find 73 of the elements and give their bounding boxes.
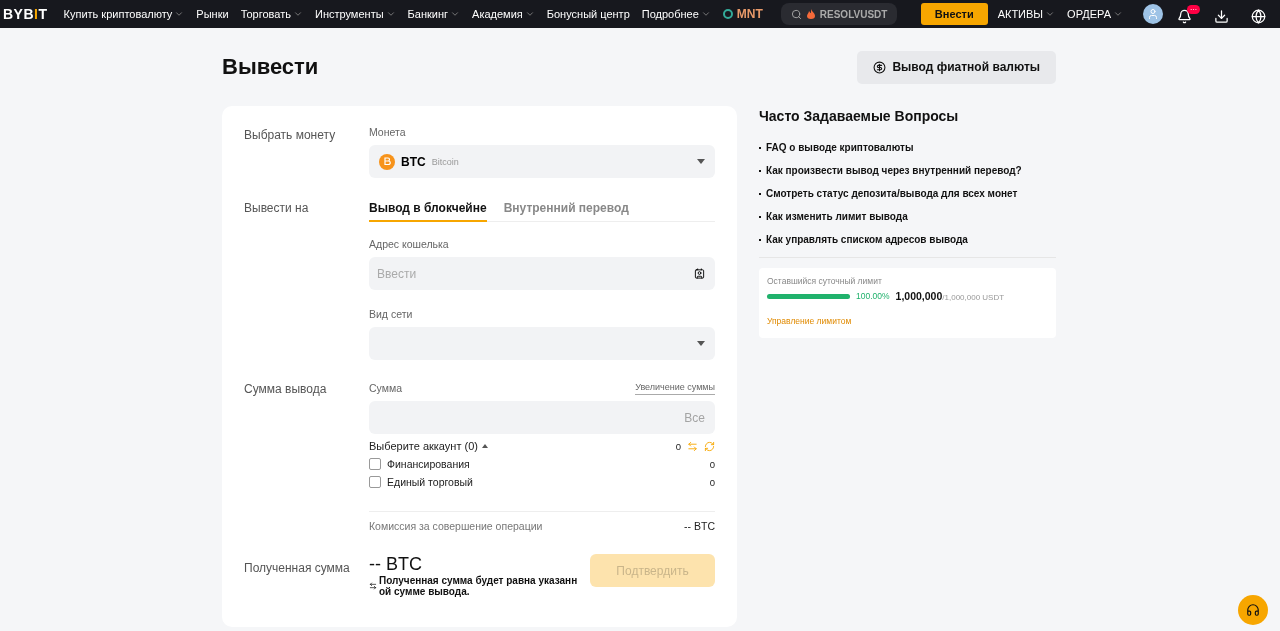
search-field[interactable]: RESOLVUSDT — [780, 3, 898, 25]
nav-link[interactable]: Банкинг — [407, 8, 461, 20]
fee-value: -- BTC — [684, 520, 715, 532]
faq-title: Часто Задаваемые Вопросы — [759, 108, 960, 124]
bitcoin-icon — [379, 153, 395, 170]
deposit-button[interactable]: Внести — [920, 3, 988, 25]
account-balance: 0 — [709, 476, 715, 488]
chevron-down-icon — [293, 9, 303, 19]
nav-link[interactable]: Подробнее — [641, 8, 711, 20]
address-field[interactable]: Ввести — [369, 257, 715, 290]
account-checkbox[interactable]: Единый торговый — [369, 476, 473, 488]
faq-link[interactable]: Как изменить лимит вывода — [759, 211, 1056, 222]
field-label: Сумма — [369, 382, 402, 394]
headset-icon — [1246, 603, 1260, 617]
transfer-icon[interactable] — [687, 440, 698, 452]
faq-link[interactable]: Как управлять списком адресов вывода — [759, 234, 1056, 245]
token-link[interactable]: MNT — [722, 7, 763, 21]
received-amount: -- BTC — [369, 554, 423, 575]
tab[interactable]: Внутренний перевод — [503, 201, 629, 222]
chevron-down-icon — [524, 9, 535, 19]
checkbox[interactable] — [369, 458, 381, 470]
dollar-coin-icon — [873, 60, 887, 74]
chevron-down-icon — [700, 9, 711, 19]
nav-link[interactable]: Рынки — [196, 8, 229, 20]
nav-link[interactable]: Инструменты — [315, 8, 396, 20]
tab[interactable]: Вывод в блокчейне — [369, 201, 487, 222]
section-label: Полученная сумма — [244, 560, 351, 577]
caret-icon — [697, 159, 705, 164]
nav-link[interactable]: АКТИВЫ — [997, 8, 1056, 20]
faq-link[interactable]: Смотреть статус депозита/вывода для всех монет — [759, 188, 1056, 199]
fiat-withdraw-button[interactable]: Вывод фиатной валюты — [857, 50, 1056, 84]
flame-icon — [806, 9, 815, 19]
limit-value: 1,000,000/1,000,000 USDT — [895, 290, 1005, 302]
received-note: Полученная сумма будет равна указанн ой сумме вывода. — [379, 575, 579, 597]
increase-link[interactable]: Увеличение суммы — [635, 382, 715, 395]
search-icon — [790, 8, 802, 20]
faq-link[interactable]: FAQ о выводе криптовалюты — [759, 142, 1056, 153]
limit-percent: 100.00% — [856, 291, 890, 301]
account-balance: 0 — [709, 458, 715, 470]
page-title: Вывести — [222, 53, 320, 81]
chevron-down-icon — [1113, 9, 1123, 19]
caret-icon — [482, 444, 488, 448]
field-label: Вид сети — [369, 308, 414, 320]
nav-link[interactable]: ОРДЕРА — [1067, 8, 1123, 20]
support-button[interactable] — [1238, 595, 1268, 625]
swap-icon — [369, 582, 377, 590]
chevron-down-icon — [174, 9, 185, 19]
field-label: Монета — [369, 126, 407, 138]
address-book-icon[interactable] — [694, 268, 705, 279]
nav-link[interactable]: Академия — [472, 8, 535, 20]
checkbox[interactable] — [369, 476, 381, 488]
section-label: Сумма вывода — [244, 382, 328, 398]
account-checkbox[interactable]: Финансирования — [369, 458, 470, 470]
section-label: Вывести на — [244, 201, 310, 217]
fee-label: Комиссия за совершение операции — [369, 520, 543, 532]
logo: BYBIT — [3, 6, 48, 22]
refresh-icon[interactable] — [704, 440, 715, 452]
coin-select[interactable]: BTC Bitcoin — [369, 145, 715, 178]
coin-icon — [722, 9, 733, 19]
nav-link[interactable]: Бонусный центр — [546, 8, 630, 20]
nav-link[interactable]: Торговать — [240, 8, 303, 20]
field-label: Адрес кошелька — [369, 238, 450, 250]
chevron-down-icon — [1045, 9, 1056, 19]
account-total: 0 — [675, 440, 681, 452]
nav-link[interactable]: Купить криптовалюту — [63, 8, 185, 20]
account-select[interactable]: Выберите аккаунт (0) — [369, 440, 488, 452]
section-label: Выбрать монету — [244, 127, 337, 144]
chevron-down-icon — [385, 9, 396, 19]
avatar-icon[interactable] — [1143, 4, 1163, 24]
caret-icon — [697, 341, 705, 346]
chevron-down-icon — [450, 9, 461, 19]
limit-label: Оставшийся суточный лимит — [767, 276, 883, 286]
faq-link[interactable]: Как произвести вывод через внутренний перевод? — [759, 165, 1056, 176]
